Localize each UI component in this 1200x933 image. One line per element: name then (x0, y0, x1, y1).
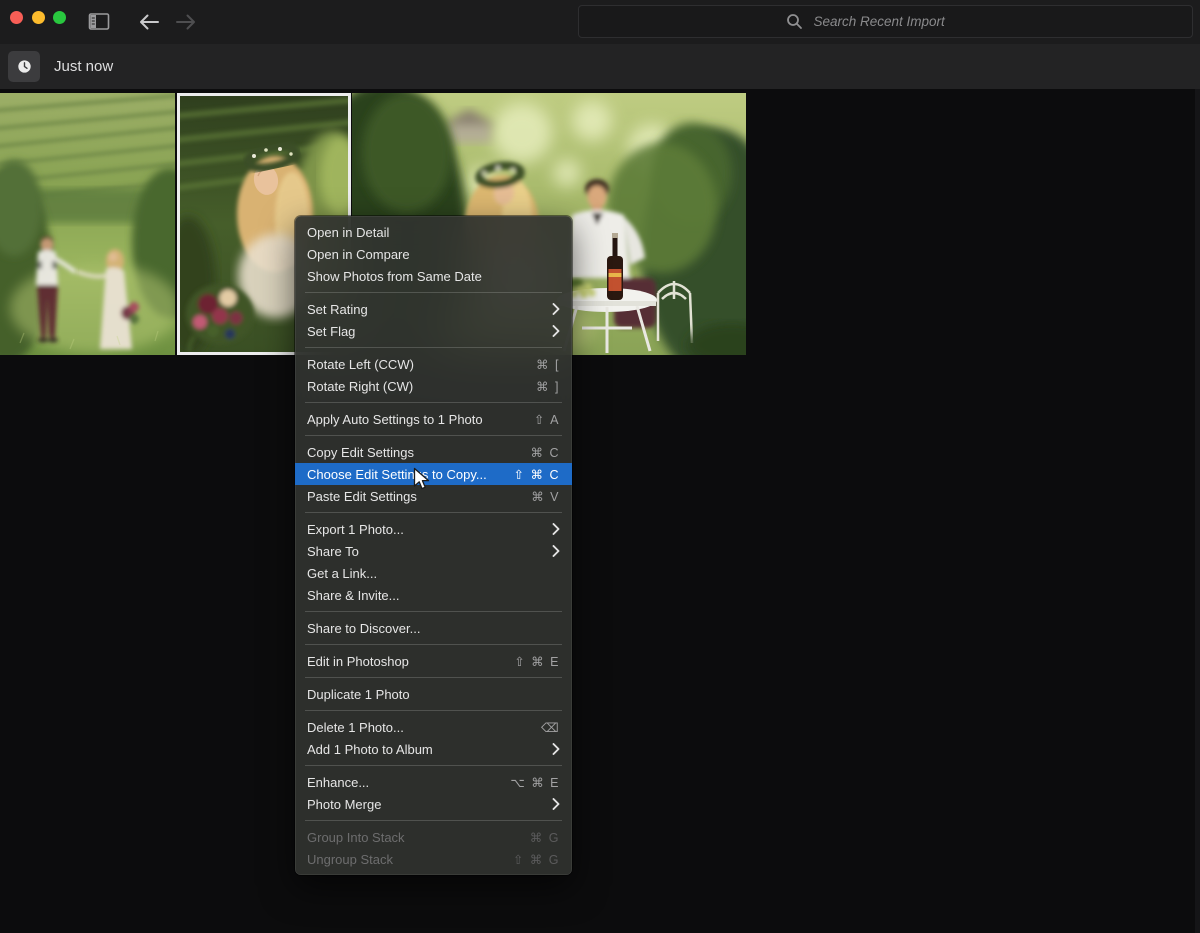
menu-item-paste-edit-settings[interactable]: Paste Edit Settings ⌘ V (295, 485, 572, 507)
menu-divider (305, 611, 562, 612)
photo-grid (0, 89, 1200, 933)
menu-item-duplicate-1-photo[interactable]: Duplicate 1 Photo (295, 683, 572, 705)
close-button[interactable] (10, 11, 23, 24)
back-arrow-icon[interactable] (135, 8, 163, 36)
context-menu: Open in Detail Open in Compare Show Phot… (295, 216, 572, 875)
scrollbar-track[interactable] (1195, 89, 1200, 933)
search-input[interactable] (812, 13, 986, 30)
menu-divider (305, 644, 562, 645)
submenu-chevron-icon (552, 325, 560, 337)
menu-item-rotate-right-cw[interactable]: Rotate Right (CW) ⌘ ] (295, 375, 572, 397)
section-title: Just now (54, 58, 113, 75)
menu-divider (305, 292, 562, 293)
submenu-chevron-icon (552, 303, 560, 315)
menu-divider (305, 710, 562, 711)
window-titlebar (0, 0, 1200, 44)
menu-item-group-into-stack: Group Into Stack ⌘ G (295, 826, 572, 848)
zoom-button[interactable] (53, 11, 66, 24)
forward-arrow-icon (172, 8, 200, 36)
menu-item-enhance[interactable]: Enhance... ⌥ ⌘ E (295, 771, 572, 793)
menu-divider (305, 347, 562, 348)
menu-item-apply-auto-settings[interactable]: Apply Auto Settings to 1 Photo ⇧ A (295, 408, 572, 430)
section-header: Just now (0, 44, 1200, 89)
menu-divider (305, 765, 562, 766)
menu-item-show-photos-from-same-date[interactable]: Show Photos from Same Date (295, 265, 572, 287)
menu-item-open-in-detail[interactable]: Open in Detail (295, 221, 572, 243)
submenu-chevron-icon (552, 523, 560, 535)
menu-item-set-rating[interactable]: Set Rating (295, 298, 572, 320)
search-field[interactable] (578, 5, 1193, 38)
submenu-chevron-icon (552, 743, 560, 755)
menu-item-rotate-left-ccw[interactable]: Rotate Left (CCW) ⌘ [ (295, 353, 572, 375)
menu-item-share-and-invite[interactable]: Share & Invite... (295, 584, 572, 606)
recent-import-clock-icon[interactable] (8, 51, 40, 82)
menu-item-open-in-compare[interactable]: Open in Compare (295, 243, 572, 265)
menu-item-ungroup-stack: Ungroup Stack ⇧ ⌘ G (295, 848, 572, 870)
menu-item-share-to-discover[interactable]: Share to Discover... (295, 617, 572, 639)
menu-item-set-flag[interactable]: Set Flag (295, 320, 572, 342)
menu-item-edit-in-photoshop[interactable]: Edit in Photoshop ⇧ ⌘ E (295, 650, 572, 672)
menu-item-share-to[interactable]: Share To (295, 540, 572, 562)
menu-item-delete-1-photo[interactable]: Delete 1 Photo... ⌫ (295, 716, 572, 738)
menu-divider (305, 435, 562, 436)
search-icon (786, 13, 803, 30)
submenu-chevron-icon (552, 798, 560, 810)
minimize-button[interactable] (32, 11, 45, 24)
menu-item-choose-edit-settings-to-copy[interactable]: Choose Edit Settings to Copy... ⇧ ⌘ C (295, 463, 572, 485)
menu-item-copy-edit-settings[interactable]: Copy Edit Settings ⌘ C (295, 441, 572, 463)
menu-divider (305, 512, 562, 513)
sidebar-toggle-icon[interactable] (85, 8, 113, 36)
menu-divider (305, 820, 562, 821)
app-window: Just now (0, 0, 1200, 933)
photo-thumbnail-1[interactable] (0, 93, 175, 355)
menu-item-get-a-link[interactable]: Get a Link... (295, 562, 572, 584)
menu-item-export-1-photo[interactable]: Export 1 Photo... (295, 518, 572, 540)
menu-divider (305, 402, 562, 403)
submenu-chevron-icon (552, 545, 560, 557)
menu-item-add-1-photo-to-album[interactable]: Add 1 Photo to Album (295, 738, 572, 760)
menu-item-photo-merge[interactable]: Photo Merge (295, 793, 572, 815)
menu-divider (305, 677, 562, 678)
